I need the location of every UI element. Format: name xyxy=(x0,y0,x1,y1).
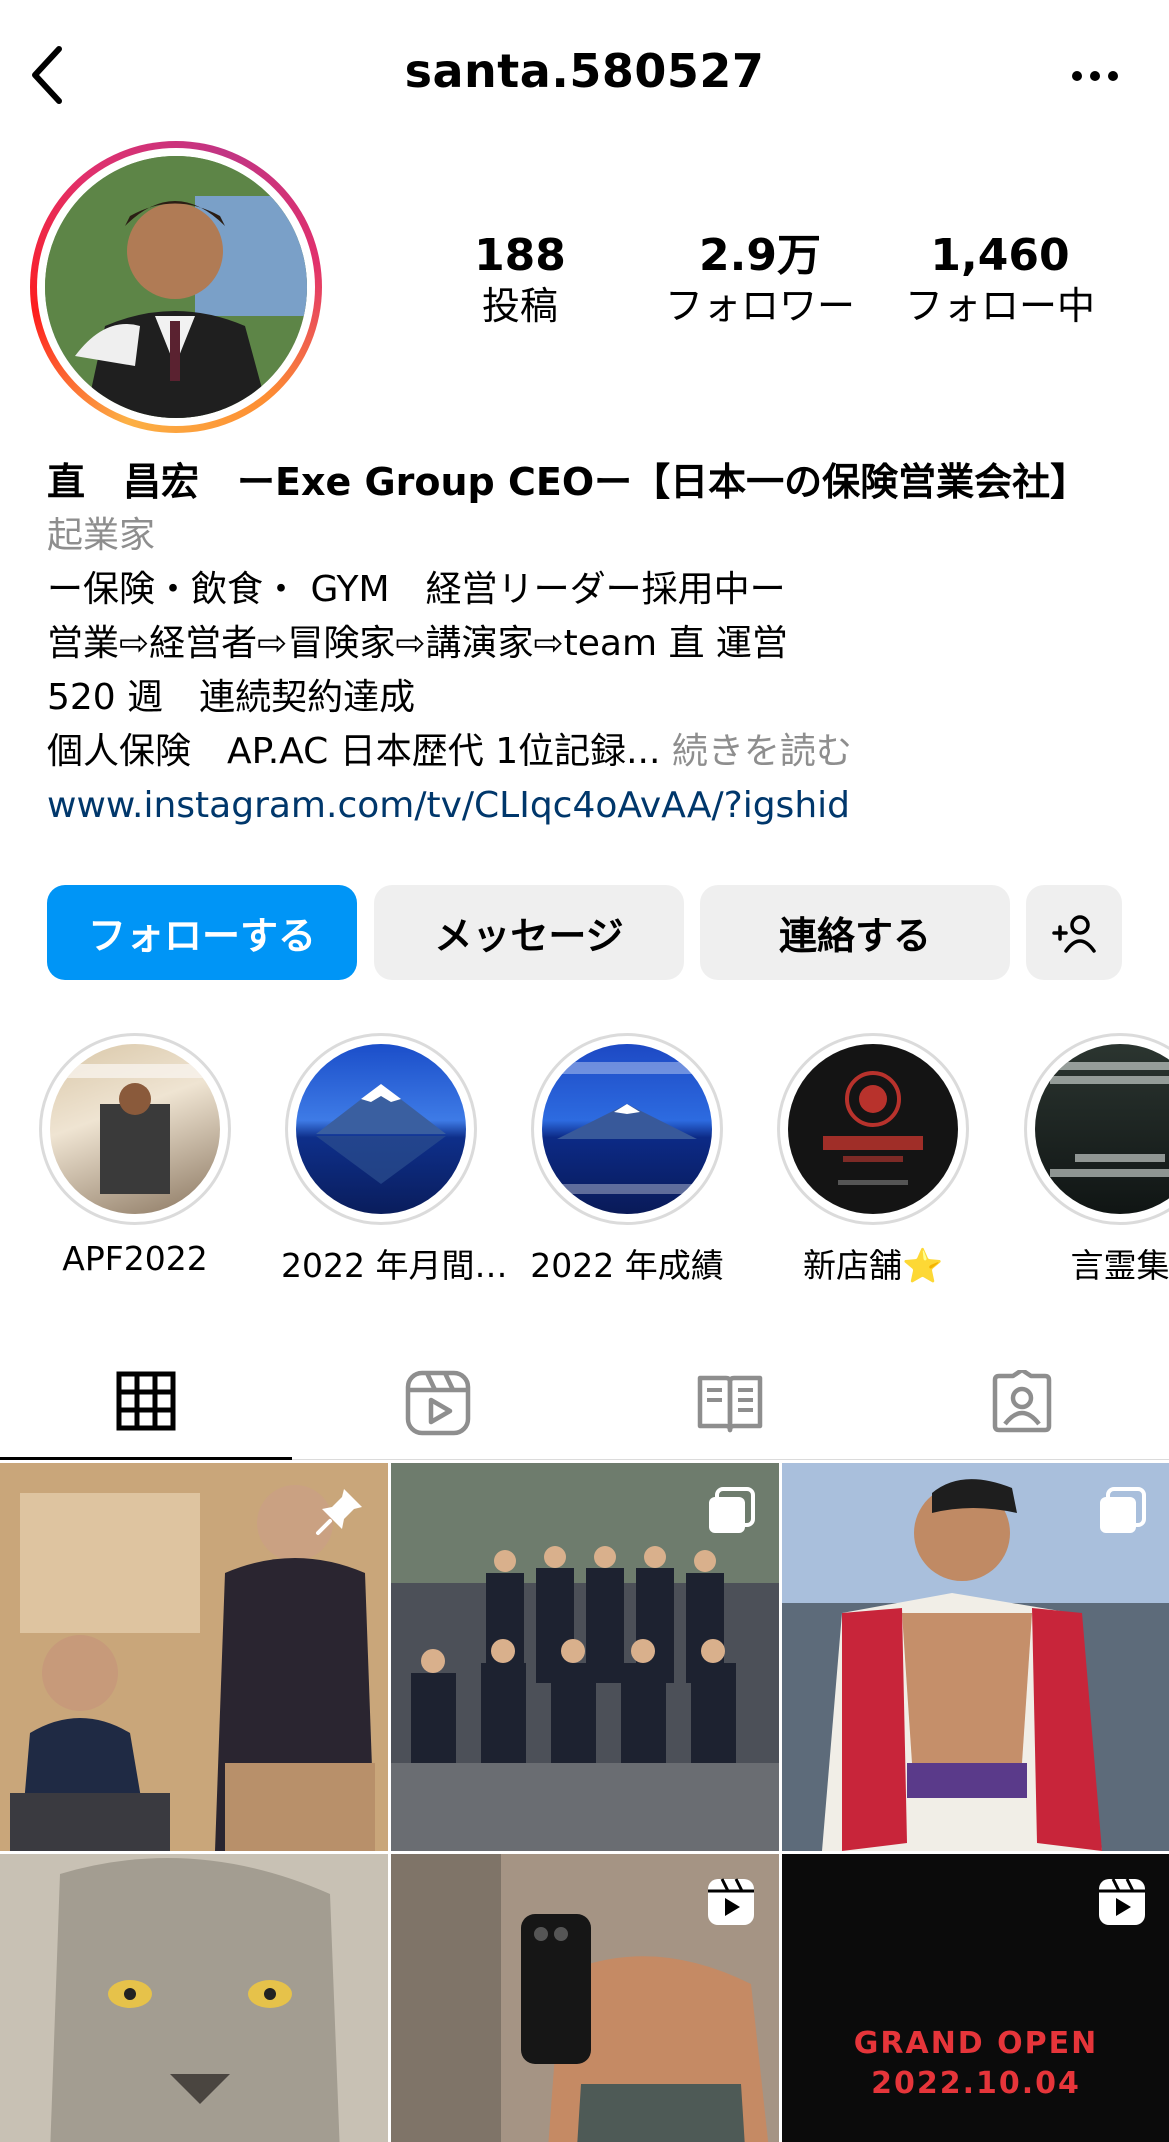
followers-count: 2.9万 xyxy=(699,230,821,281)
followers-label: フォロワー xyxy=(664,284,855,329)
highlight-ring xyxy=(285,1033,477,1225)
story-highlight[interactable]: 2022 年成績 xyxy=(527,1033,727,1287)
post-thumbnail[interactable] xyxy=(391,1463,779,1851)
avatar-photo xyxy=(45,156,307,418)
more-options-button[interactable] xyxy=(1065,54,1125,98)
bio-line: 個人保険 AP.AC 日本歴代 1位記録... 続きを読む xyxy=(47,725,1147,779)
carousel-icon xyxy=(709,1487,755,1533)
highlight-cover-art xyxy=(1050,1062,1169,1177)
profile-bio: 直 昌宏 ーExe Group CEOー【日本一の保険営業会社】 起業家 ー保険… xyxy=(47,455,1147,833)
follow-button[interactable]: フォローする xyxy=(47,885,357,980)
profile-username: santa.580527 xyxy=(404,44,765,98)
suggested-users-button[interactable] xyxy=(1026,885,1122,980)
highlight-label: APF2022 xyxy=(62,1239,208,1278)
profile-display-name: 直 昌宏 ーExe Group CEOー【日本一の保険営業会社】 xyxy=(47,460,1089,504)
stat-following[interactable]: 1,460 フォロー中 xyxy=(895,230,1105,332)
read-more-link[interactable]: 続きを読む xyxy=(672,731,852,772)
reel-badge-icon xyxy=(708,1878,754,1925)
highlight-ring xyxy=(777,1033,969,1225)
story-highlight[interactable]: 2022 年月間… xyxy=(281,1033,508,1287)
bio-website-link[interactable]: www.instagram.com/tv/CLIqc4oAvAA/?igshid xyxy=(47,779,1147,833)
bio-line: 営業⇨経営者⇨冒険家⇨講演家⇨team 直 運営 xyxy=(47,623,788,664)
stat-followers[interactable]: 2.9万 フォロワー xyxy=(650,230,870,332)
highlight-label: 新店舗⭐ xyxy=(802,1246,944,1285)
story-highlight[interactable]: 言霊集 xyxy=(1020,1033,1169,1287)
highlight-cover-art xyxy=(552,1062,702,1194)
highlight-cover xyxy=(1035,1044,1169,1214)
more-horizontal-icon xyxy=(1072,71,1118,81)
story-highlight[interactable]: 新店舗⭐ xyxy=(773,1033,973,1287)
highlight-cover-art xyxy=(60,1064,210,1194)
reels-icon xyxy=(405,1370,471,1435)
tagged-icon xyxy=(992,1369,1052,1432)
post-thumbnail[interactable] xyxy=(0,1463,388,1851)
highlight-cover xyxy=(50,1044,220,1214)
reel-badge-icon xyxy=(1099,1878,1145,1925)
message-button[interactable]: メッセージ xyxy=(374,885,684,980)
grid-icon xyxy=(116,1371,176,1431)
pinned-icon xyxy=(316,1489,362,1535)
carousel-icon xyxy=(1100,1487,1146,1533)
following-label: フォロー中 xyxy=(904,284,1095,329)
highlight-label: 2022 年成績 xyxy=(530,1246,724,1285)
grand-open-title: GRAND OPEN xyxy=(853,2026,1099,2061)
bio-line-text: 個人保険 AP.AC 日本歴代 1位記録... xyxy=(47,731,661,772)
highlight-cover xyxy=(788,1044,958,1214)
post-thumbnail[interactable] xyxy=(0,1854,388,2142)
highlight-cover-art xyxy=(316,1084,446,1184)
avatar xyxy=(45,156,307,418)
bio-line: ー保険・飲食・ GYM 経営リーダー採用中ー xyxy=(47,569,786,610)
lion-gang-logo xyxy=(823,1071,923,1185)
highlight-ring xyxy=(39,1033,231,1225)
avatar-ring-gap xyxy=(37,148,315,426)
post-photo xyxy=(0,1854,388,2142)
highlight-cover xyxy=(542,1044,712,1214)
posts-count: 188 xyxy=(474,230,566,281)
tab-tagged[interactable] xyxy=(876,1345,1168,1460)
guides-icon xyxy=(697,1375,763,1432)
highlight-ring xyxy=(531,1033,723,1225)
stat-posts[interactable]: 188 投稿 xyxy=(440,230,600,332)
highlight-cover xyxy=(296,1044,466,1214)
grand-open-text: GRAND OPEN 2022.10.04 xyxy=(782,2024,1169,2104)
bio-line: 520 週 連続契約達成 xyxy=(47,677,416,718)
tab-reels[interactable] xyxy=(292,1345,584,1460)
profile-avatar-story-ring[interactable] xyxy=(30,141,322,433)
tab-posts-grid[interactable] xyxy=(0,1345,292,1460)
highlight-ring xyxy=(1024,1033,1169,1225)
profile-category: 起業家 xyxy=(47,515,156,556)
tab-guides[interactable] xyxy=(584,1345,876,1460)
highlight-label: 言霊集 xyxy=(1070,1246,1169,1285)
post-thumbnail[interactable]: GRAND OPEN 2022.10.04 xyxy=(782,1854,1169,2142)
highlight-label: 2022 年月間… xyxy=(281,1246,508,1285)
add-user-icon xyxy=(1052,914,1096,953)
post-thumbnail[interactable] xyxy=(782,1463,1169,1851)
profile-header: santa.580527 xyxy=(0,0,1169,150)
posts-grid: GRAND OPEN 2022.10.04 xyxy=(0,1463,1169,2142)
post-thumbnail[interactable] xyxy=(391,1854,779,2142)
profile-tabs xyxy=(0,1345,1169,1460)
following-count: 1,460 xyxy=(930,230,1070,281)
grand-open-date: 2022.10.04 xyxy=(871,2066,1081,2101)
posts-label: 投稿 xyxy=(481,284,558,329)
story-highlight[interactable]: APF2022 xyxy=(35,1033,235,1278)
contact-button[interactable]: 連絡する xyxy=(700,885,1010,980)
